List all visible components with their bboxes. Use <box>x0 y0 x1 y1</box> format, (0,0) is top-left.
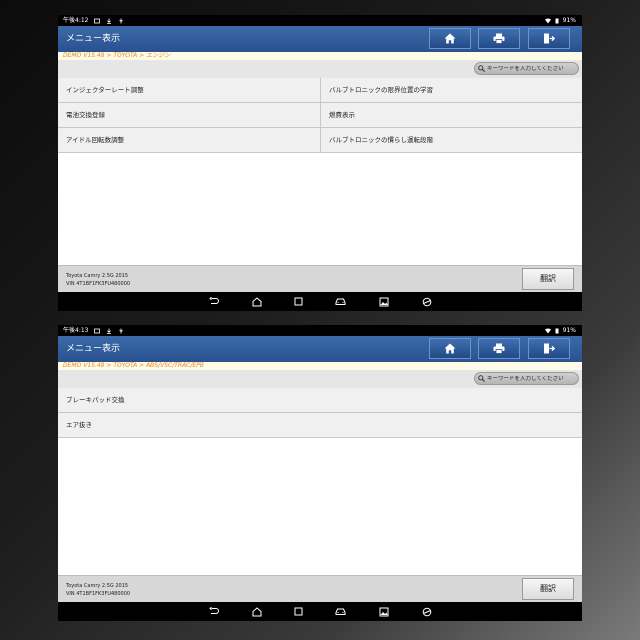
back-icon <box>208 607 219 614</box>
footer-bar: Toyota Camry 2.5G 2015 VIN 4T1BF1FK3FU48… <box>58 575 582 603</box>
search-row <box>58 370 582 388</box>
battery-status-icon <box>555 328 559 333</box>
vehicle-model: Toyota Camry 2.5G 2015 <box>66 583 129 589</box>
battery-status-icon <box>555 18 559 23</box>
status-time: 午後4:13 <box>63 327 89 334</box>
nav-home-button[interactable] <box>251 606 262 617</box>
recents-button[interactable] <box>293 296 304 307</box>
gallery-button[interactable] <box>378 606 389 617</box>
search-box[interactable] <box>474 62 579 75</box>
menu-item-battery-registration[interactable]: 電池交換登録 <box>58 103 320 128</box>
usb-status-icon <box>119 18 124 23</box>
search-icon <box>478 65 485 72</box>
vehicle-vin: VIN 4T1BF1FK3FU480000 <box>66 591 131 597</box>
home-icon <box>252 606 261 616</box>
menu-item-air-bleeding[interactable]: エア抜き <box>58 413 582 438</box>
wifi-status-icon <box>544 328 551 333</box>
search-row <box>58 60 582 78</box>
title-bar: メニュー表示 <box>58 26 582 52</box>
status-time: 午後4:12 <box>63 17 89 24</box>
home-button[interactable] <box>429 28 471 49</box>
recents-icon <box>294 607 303 616</box>
tablet-screen-abs: 午後4:13 91% メニュー表示 DEMO V15.48 > TOYOTA >… <box>58 325 582 621</box>
search-input[interactable] <box>487 65 577 72</box>
status-bar: 午後4:13 91% <box>58 325 582 336</box>
gallery-status-icon <box>94 18 101 23</box>
android-nav-bar <box>58 602 582 621</box>
android-nav-bar <box>58 292 582 311</box>
back-icon <box>208 297 219 304</box>
exit-button[interactable] <box>528 338 570 359</box>
download-status-icon <box>107 18 112 24</box>
recents-button[interactable] <box>293 606 304 617</box>
back-button[interactable] <box>208 606 219 617</box>
browser-icon <box>422 607 431 616</box>
home-icon <box>444 343 456 354</box>
translate-button[interactable]: 翻訳 <box>522 268 574 290</box>
back-button[interactable] <box>208 296 219 307</box>
menu-item-brake-pad-replacement[interactable]: ブレーキパッド交換 <box>58 388 582 413</box>
exit-icon <box>544 343 555 354</box>
print-button[interactable] <box>478 338 520 359</box>
gallery-icon <box>379 607 388 616</box>
exit-button[interactable] <box>528 28 570 49</box>
car-icon <box>335 608 346 615</box>
home-icon <box>444 33 456 44</box>
wifi-status-icon <box>544 18 551 23</box>
home-icon <box>252 296 261 306</box>
printer-icon <box>493 343 505 354</box>
menu-item-injector-rate[interactable]: インジェクターレート調整 <box>58 78 320 103</box>
printer-icon <box>493 33 505 44</box>
vehicle-app-button[interactable] <box>335 606 346 617</box>
page-title: メニュー表示 <box>66 34 121 44</box>
recents-icon <box>294 297 303 306</box>
download-status-icon <box>107 328 112 334</box>
search-box[interactable] <box>474 372 579 385</box>
translate-button[interactable]: 翻訳 <box>522 578 574 600</box>
vehicle-info: Toyota Camry 2.5G 2015 VIN 4T1BF1FK3FU48… <box>66 272 130 288</box>
exit-icon <box>544 33 555 44</box>
breadcrumb: DEMO V15.48 > TOYOTA > ABS/VSC/TRAC/EPB <box>58 362 582 370</box>
menu-item-valvetronic-break-in[interactable]: バルブトロニックの慣らし運転段階 <box>320 128 582 153</box>
browser-icon <box>422 297 431 306</box>
browser-button[interactable] <box>421 606 432 617</box>
vehicle-vin: VIN 4T1BF1FK3FU480000 <box>66 281 131 287</box>
vehicle-info: Toyota Camry 2.5G 2015 VIN 4T1BF1FK3FU48… <box>66 582 130 598</box>
menu-item-idle-speed[interactable]: アイドル回転数調整 <box>58 128 320 153</box>
status-bar: 午後4:12 91% <box>58 15 582 26</box>
search-input[interactable] <box>487 375 577 382</box>
title-bar: メニュー表示 <box>58 336 582 362</box>
battery-percent: 91% <box>562 17 576 24</box>
menu-item-fuel-economy[interactable]: 燃費表示 <box>320 103 582 128</box>
print-button[interactable] <box>478 28 520 49</box>
battery-percent: 91% <box>562 327 576 334</box>
footer-bar: Toyota Camry 2.5G 2015 VIN 4T1BF1FK3FU48… <box>58 265 582 293</box>
gallery-icon <box>379 297 388 306</box>
car-icon <box>335 298 346 305</box>
page-title: メニュー表示 <box>66 344 121 354</box>
menu-item-valvetronic-limit-learning[interactable]: バルブトロニックの限界位置の学習 <box>320 78 582 103</box>
usb-status-icon <box>119 328 124 333</box>
gallery-status-icon <box>94 328 101 333</box>
breadcrumb: DEMO V15.48 > TOYOTA > エンジン <box>58 52 582 60</box>
search-icon <box>478 375 485 382</box>
gallery-button[interactable] <box>378 296 389 307</box>
vehicle-model: Toyota Camry 2.5G 2015 <box>66 273 129 279</box>
browser-button[interactable] <box>421 296 432 307</box>
vehicle-app-button[interactable] <box>335 296 346 307</box>
home-button[interactable] <box>429 338 471 359</box>
nav-home-button[interactable] <box>251 296 262 307</box>
tablet-screen-engine: 午後4:12 91% メニュー表示 DEMO V15.48 > TOYOTA >… <box>58 15 582 311</box>
